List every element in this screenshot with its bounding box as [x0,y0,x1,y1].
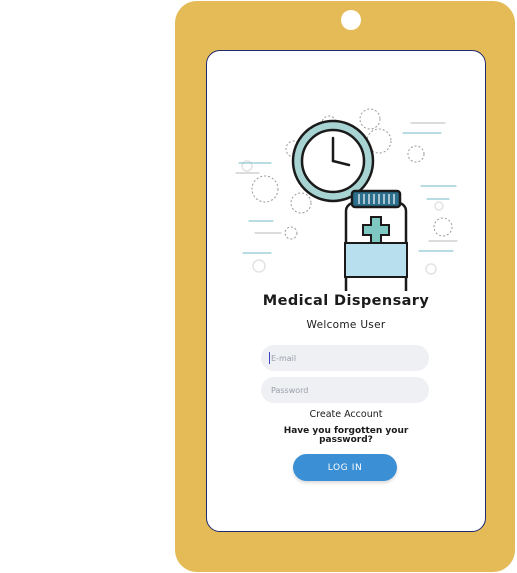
password-field[interactable] [261,377,429,403]
medicine-bottle-icon [344,189,408,291]
text-cursor [269,352,270,364]
device-frame: Medical Dispensary Welcome User Create A… [175,1,515,572]
email-field[interactable] [261,345,429,371]
welcome-subtitle: Welcome User [306,319,386,331]
forgot-password-link[interactable]: Have you forgotten your password? [267,427,425,445]
login-button[interactable]: LOG IN [293,454,397,481]
app-screen: Medical Dispensary Welcome User Create A… [206,50,486,532]
clock-icon [291,119,375,203]
app-title: Medical Dispensary [262,293,430,309]
medicine-illustration [235,108,458,291]
create-account-link[interactable]: Create Account [207,409,485,420]
lanyard-hole [341,10,361,30]
